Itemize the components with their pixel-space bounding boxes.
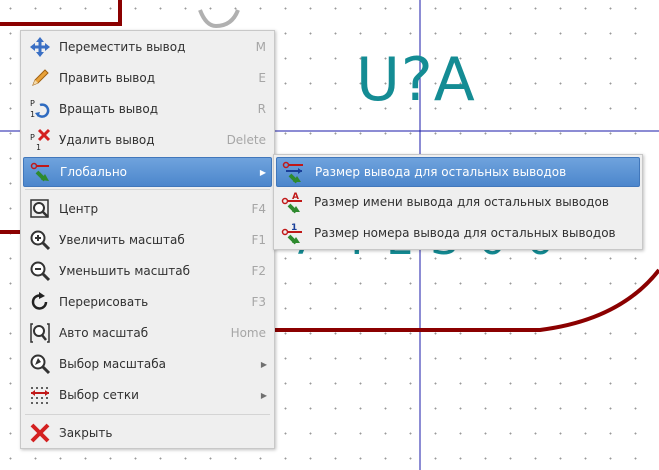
menu-item-label: Переместить вывод xyxy=(59,40,186,54)
menu-item-label: Выбор сетки xyxy=(59,388,139,402)
menu-item-label: Перерисовать xyxy=(59,295,149,309)
context-menu: Переместить вывод M Править вывод E P1 В… xyxy=(20,30,275,449)
submenu-arrow-icon: ▶ xyxy=(260,390,268,400)
shortcut-label: Home xyxy=(230,326,266,340)
menu-item-global[interactable]: Глобально ▶ xyxy=(23,157,272,187)
shortcut-label: Delete xyxy=(226,133,266,147)
svg-text:1: 1 xyxy=(36,143,41,152)
shortcut-label: F4 xyxy=(251,202,266,216)
submenu-item-label: Размер номера вывода для остальных вывод… xyxy=(314,226,616,240)
menu-item-edit-pin[interactable]: Править вывод E xyxy=(23,64,272,92)
menu-item-label: Закрыть xyxy=(59,426,113,440)
pin-name-size-icon: A xyxy=(280,190,306,214)
menu-item-delete-pin[interactable]: P1 Удалить вывод Delete xyxy=(23,126,272,154)
reference-label: U?A xyxy=(356,45,476,115)
shortcut-label: F1 xyxy=(251,233,266,247)
pin-size-icon xyxy=(281,160,307,184)
menu-item-label: Выбор масштаба xyxy=(59,357,166,371)
zoom-out-icon xyxy=(27,259,53,283)
menu-separator xyxy=(25,414,270,415)
global-submenu: Размер вывода для остальных выводов A Ра… xyxy=(273,154,643,250)
menu-item-close[interactable]: Закрыть xyxy=(23,419,272,447)
pencil-icon xyxy=(27,66,53,90)
menu-item-grid-select[interactable]: Выбор сетки ▶ xyxy=(23,381,272,409)
menu-item-redraw[interactable]: Перерисовать F3 xyxy=(23,288,272,316)
pin-number-size-icon: 1 xyxy=(280,221,306,245)
menu-item-label: Вращать вывод xyxy=(59,102,158,116)
menu-item-zoom-select[interactable]: Выбор масштаба ▶ xyxy=(23,350,272,378)
menu-item-zoom-fit[interactable]: Авто масштаб Home xyxy=(23,319,272,347)
menu-item-label: Удалить вывод xyxy=(59,133,155,147)
submenu-item-label: Размер имени вывода для остальных выводо… xyxy=(314,195,609,209)
submenu-item-label: Размер вывода для остальных выводов xyxy=(315,165,567,179)
menu-item-label: Центр xyxy=(59,202,99,216)
zoom-select-icon xyxy=(27,352,53,376)
submenu-arrow-icon: ▶ xyxy=(260,359,268,369)
move-icon xyxy=(27,35,53,59)
shortcut-label: F3 xyxy=(251,295,266,309)
svg-text:P: P xyxy=(30,99,35,108)
component-outline-top xyxy=(0,0,122,26)
redraw-icon xyxy=(27,290,53,314)
menu-item-move-pin[interactable]: Переместить вывод M xyxy=(23,33,272,61)
menu-item-zoom-out[interactable]: Уменьшить масштаб F2 xyxy=(23,257,272,285)
gate-body-arc xyxy=(275,268,659,332)
menu-item-label: Глобально xyxy=(60,165,128,179)
submenu-item-pin-size[interactable]: Размер вывода для остальных выводов xyxy=(276,157,640,187)
menu-item-rotate-pin[interactable]: P1 Вращать вывод R xyxy=(23,95,272,123)
menu-item-label: Уменьшить масштаб xyxy=(59,264,191,278)
rotate-pin-icon: P1 xyxy=(27,97,53,121)
svg-text:P: P xyxy=(30,133,35,142)
shortcut-label: E xyxy=(258,71,266,85)
submenu-arrow-icon: ▶ xyxy=(259,167,267,177)
menu-item-label: Авто масштаб xyxy=(59,326,149,340)
zoom-in-icon xyxy=(27,228,53,252)
menu-item-label: Править вывод xyxy=(59,71,155,85)
menu-separator xyxy=(25,189,270,190)
zoom-fit-icon xyxy=(27,321,53,345)
menu-item-center[interactable]: Центр F4 xyxy=(23,195,272,223)
pin-circle-fragment xyxy=(198,9,240,29)
submenu-item-pin-name-size[interactable]: A Размер имени вывода для остальных выво… xyxy=(276,188,640,216)
submenu-item-pin-number-size[interactable]: 1 Размер номера вывода для остальных выв… xyxy=(276,219,640,247)
delete-pin-icon: P1 xyxy=(27,128,53,152)
svg-text:1: 1 xyxy=(30,110,35,119)
zoom-center-icon xyxy=(27,197,53,221)
global-pin-icon xyxy=(28,160,54,184)
grid-select-icon xyxy=(27,383,53,407)
shortcut-label: M xyxy=(255,40,266,54)
close-icon xyxy=(27,421,53,445)
menu-item-label: Увеличить масштаб xyxy=(59,233,185,247)
menu-item-zoom-in[interactable]: Увеличить масштаб F1 xyxy=(23,226,272,254)
shortcut-label: R xyxy=(257,102,266,116)
shortcut-label: F2 xyxy=(251,264,266,278)
